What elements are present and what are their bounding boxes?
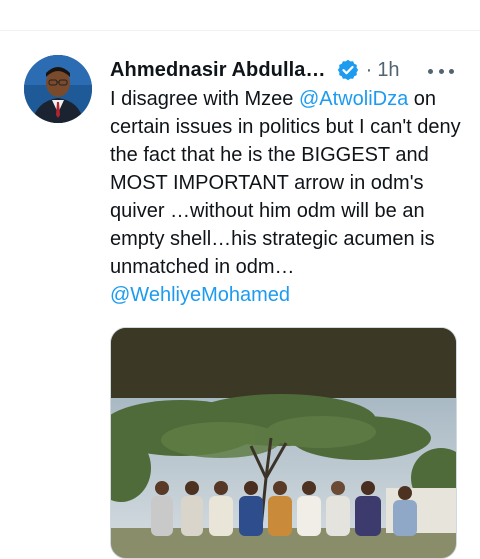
more-dot (428, 68, 433, 74)
top-divider (0, 30, 480, 31)
tweet-media-photo[interactable] (110, 327, 457, 559)
more-dot (449, 68, 454, 74)
mention-link-atwolidza[interactable]: @AtwoliDza (299, 88, 408, 110)
more-dot (438, 68, 444, 74)
author-name[interactable]: Ahmednasir Abdulla… (110, 59, 326, 82)
tweet-text: I disagree with Mzee @AtwoliDza on certa… (110, 85, 470, 309)
more-horizontal-icon[interactable] (428, 59, 454, 83)
tweet-text-part: I disagree with Mzee (110, 88, 299, 110)
avatar[interactable] (24, 55, 92, 123)
separator-dot: · (365, 58, 373, 81)
verified-badge-icon (337, 59, 358, 81)
mention-link-wehliyemohamed[interactable]: @WehliyeMohamed (110, 284, 290, 306)
tweet-timestamp[interactable]: 1h (377, 59, 399, 82)
tweet-text-part: on certain issues in politics but I can'… (110, 88, 461, 278)
tweet-header: Ahmednasir Abdulla… · 1h (110, 55, 460, 85)
